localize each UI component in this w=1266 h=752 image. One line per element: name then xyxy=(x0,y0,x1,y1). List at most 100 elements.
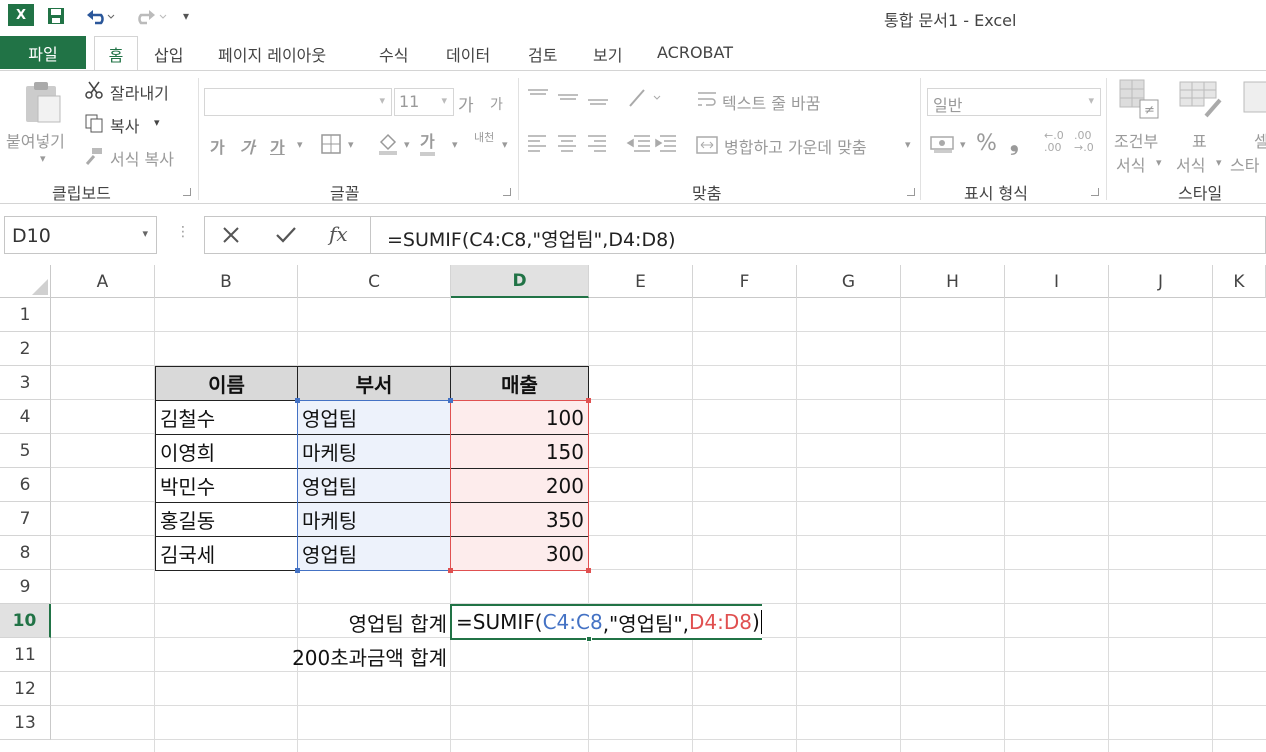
column-header-j[interactable]: J xyxy=(1109,265,1213,298)
orientation-icon[interactable] xyxy=(626,86,666,110)
column-header-a[interactable]: A xyxy=(51,265,155,298)
merge-center-button[interactable]: 병합하고 가운데 맞춤 xyxy=(724,134,867,158)
row-header-2[interactable]: 2 xyxy=(0,332,51,366)
active-cell-d10[interactable]: =SUMIF(C4:C8 ,"영업팀", D4:D8) xyxy=(450,604,762,640)
row-header-4[interactable]: 4 xyxy=(0,400,51,434)
conditional-formatting-button[interactable]: 조건부 xyxy=(1114,128,1158,152)
table-header-sales[interactable]: 매출 xyxy=(450,366,589,401)
column-header-h[interactable]: H xyxy=(901,265,1005,298)
table-header-dept[interactable]: 부서 xyxy=(297,366,451,401)
format-painter-button[interactable]: 서식 복사 xyxy=(110,146,174,170)
increase-decimal-button[interactable]: ←.0 .00 xyxy=(1044,130,1068,156)
format-as-table-button[interactable]: 표 xyxy=(1192,128,1207,152)
table-cell-dept[interactable]: 마케팅 xyxy=(297,434,451,469)
comma-button[interactable]: ❟ xyxy=(1010,131,1019,156)
name-box[interactable]: D10 ▾ xyxy=(4,216,157,254)
column-header-g[interactable]: G xyxy=(797,265,901,298)
fill-color-dropdown-icon[interactable]: ▾ xyxy=(404,138,410,151)
font-color-button[interactable]: 가 xyxy=(420,132,435,156)
table-cell-sales[interactable]: 200 xyxy=(450,468,589,503)
vertical-align-icons[interactable] xyxy=(526,86,622,108)
enter-icon[interactable] xyxy=(275,225,297,245)
table-cell-sales[interactable]: 350 xyxy=(450,502,589,537)
accounting-format-icon[interactable] xyxy=(930,134,956,154)
paste-button[interactable]: 붙여넣기 xyxy=(6,128,65,152)
redo-icon[interactable] xyxy=(130,5,170,27)
table-dropdown-icon[interactable]: ▾ xyxy=(1216,156,1222,169)
cell-styles-button[interactable]: 셀 xyxy=(1254,128,1266,152)
table-cell-name[interactable]: 박민수 xyxy=(155,468,298,503)
borders-icon[interactable] xyxy=(320,133,342,155)
column-header-i[interactable]: I xyxy=(1005,265,1109,298)
wrap-text-button[interactable]: 텍스트 줄 바꿈 xyxy=(722,90,821,114)
column-header-f[interactable]: F xyxy=(693,265,797,298)
decrease-decimal-button[interactable]: .00 →.0 xyxy=(1074,130,1098,156)
cell-styles-label2[interactable]: 스타 xyxy=(1230,152,1259,176)
tab-data[interactable]: 데이터 xyxy=(446,42,490,66)
column-header-d[interactable]: D xyxy=(451,265,589,298)
table-cell-dept[interactable]: 영업팀 xyxy=(297,468,451,503)
paste-icon[interactable] xyxy=(20,80,66,124)
italic-button[interactable]: 가 xyxy=(240,134,255,158)
row-header-6[interactable]: 6 xyxy=(0,468,51,502)
tab-page-layout[interactable]: 페이지 레이아웃 xyxy=(218,42,326,66)
table-cell-dept[interactable]: 영업팀 xyxy=(297,536,451,571)
font-size-select[interactable]: 11 ▾ xyxy=(394,88,454,116)
column-header-b[interactable]: B xyxy=(155,265,298,298)
undo-icon[interactable] xyxy=(80,5,120,27)
cut-button[interactable]: 잘라내기 xyxy=(110,80,169,104)
tab-formulas[interactable]: 수식 xyxy=(379,42,408,66)
number-format-select[interactable]: 일반 ▾ xyxy=(927,88,1101,116)
row-header-11[interactable]: 11 xyxy=(0,638,51,672)
underline-button[interactable]: 가 xyxy=(270,134,285,158)
more-options-icon[interactable]: ⋮ xyxy=(176,224,190,240)
tab-review[interactable]: 검토 xyxy=(528,42,557,66)
save-icon[interactable] xyxy=(44,5,68,27)
tab-home[interactable]: 홈 xyxy=(94,36,138,71)
table-cell-sales[interactable]: 100 xyxy=(450,400,589,435)
bold-button[interactable]: 가 xyxy=(210,134,225,158)
table-cell-dept[interactable]: 마케팅 xyxy=(297,502,451,537)
tab-view[interactable]: 보기 xyxy=(593,42,622,66)
grow-font-button[interactable]: 가 xyxy=(458,91,474,116)
table-header-name[interactable]: 이름 xyxy=(155,366,298,401)
range-handle[interactable] xyxy=(448,398,453,403)
label-sales-total[interactable]: 영업팀 합계 xyxy=(155,605,447,639)
row-header-7[interactable]: 7 xyxy=(0,502,51,536)
row-header-8[interactable]: 8 xyxy=(0,536,51,570)
paste-dropdown-icon[interactable]: ▾ xyxy=(40,152,46,165)
range-handle[interactable] xyxy=(295,568,300,573)
row-header-3[interactable]: 3 xyxy=(0,366,51,400)
customize-qat-icon[interactable]: ▾ xyxy=(178,5,194,27)
row-header-5[interactable]: 5 xyxy=(0,434,51,468)
conditional-dropdown-icon[interactable]: ▾ xyxy=(1156,156,1162,169)
clipboard-launcher-icon[interactable] xyxy=(183,188,191,196)
font-name-select[interactable]: ▾ xyxy=(204,88,392,116)
font-color-dropdown-icon[interactable]: ▾ xyxy=(452,138,458,151)
format-as-table-label2[interactable]: 서식 xyxy=(1176,152,1205,176)
cancel-icon[interactable] xyxy=(221,225,241,245)
row-header-13[interactable]: 13 xyxy=(0,706,51,740)
column-header-c[interactable]: C xyxy=(298,265,451,298)
table-cell-dept[interactable]: 영업팀 xyxy=(297,400,451,435)
alignment-launcher-icon[interactable] xyxy=(907,188,915,196)
merge-dropdown-icon[interactable]: ▾ xyxy=(905,138,911,151)
select-all-button[interactable] xyxy=(0,265,51,298)
insert-function-icon[interactable]: fx xyxy=(329,222,348,246)
row-header-12[interactable]: 12 xyxy=(0,672,51,706)
range-handle[interactable] xyxy=(448,568,453,573)
row-header-1[interactable]: 1 xyxy=(0,298,51,332)
percent-button[interactable]: % xyxy=(976,131,997,156)
shrink-font-button[interactable]: 가 xyxy=(490,94,503,114)
tab-file[interactable]: 파일 xyxy=(0,36,86,69)
indent-icons[interactable] xyxy=(626,132,684,156)
table-cell-name[interactable]: 홍길동 xyxy=(155,502,298,537)
fill-handle[interactable] xyxy=(586,636,592,642)
table-cell-name[interactable]: 김국세 xyxy=(155,536,298,571)
horizontal-align-icons[interactable] xyxy=(526,132,622,156)
table-cell-sales[interactable]: 150 xyxy=(450,434,589,469)
table-cell-sales[interactable]: 300 xyxy=(450,536,589,571)
row-header-10[interactable]: 10 xyxy=(0,604,51,638)
fill-color-icon[interactable] xyxy=(376,132,400,156)
table-cell-name[interactable]: 김철수 xyxy=(155,400,298,435)
